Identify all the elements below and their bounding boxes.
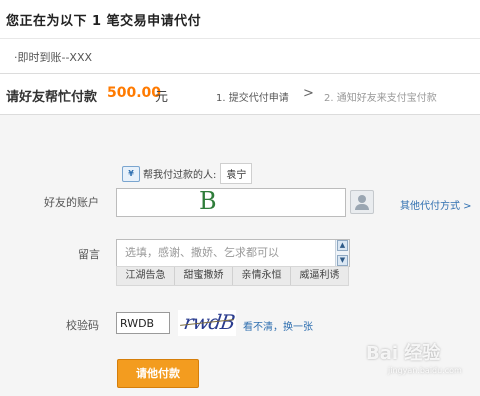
order-summary: ·即时到账--XXX (0, 39, 480, 74)
baidu-watermark-url: jingyan.baidu.com (388, 366, 462, 375)
past-payer-label: 帮我付过款的人: (143, 170, 217, 181)
quick-phrase[interactable]: 亲情永恒 (233, 267, 291, 285)
scroll-down-icon[interactable]: ▼ (337, 255, 348, 266)
captcha-refresh-link[interactable]: 看不清，换一张 (243, 318, 313, 333)
baidu-watermark: Bai 经验 (366, 343, 441, 364)
page-title: 您正在为以下 1 笔交易申请代付 (6, 14, 202, 29)
quick-phrase[interactable]: 威逼利诱 (291, 267, 348, 285)
message-scrollbar[interactable]: ▲ ▼ (335, 240, 349, 266)
verify-code-input[interactable]: RWDB (116, 312, 170, 334)
amount-unit: 元 (155, 90, 169, 105)
submit-button[interactable]: 请他付款 (117, 359, 199, 388)
step-arrow: > (303, 86, 314, 101)
payment-icon: ¥ (122, 165, 140, 182)
order-item: ·即时到账--XXX (14, 51, 93, 64)
verify-code-label: 校验码 (66, 319, 99, 332)
past-payer-row: ¥ 帮我付过款的人: 袁宁 (122, 163, 253, 184)
quick-phrase-bar: 江湖告急 甜蜜撒娇 亲情永恒 威逼利诱 (116, 266, 349, 286)
message-input[interactable] (117, 240, 337, 264)
amount-value: 500.00 (107, 85, 162, 101)
account-label: 好友的账户 (44, 196, 99, 209)
step-2: 2. 通知好友来支付宝付款 (324, 93, 437, 104)
message-label: 留言 (78, 248, 100, 261)
message-box: ▲ ▼ (116, 239, 350, 267)
captcha-image[interactable]: rwdB (178, 310, 236, 336)
page-header: 您正在为以下 1 笔交易申请代付 (0, 0, 480, 39)
amount-label: 请好友帮忙付款 (6, 90, 98, 105)
scroll-up-icon[interactable]: ▲ (337, 240, 348, 251)
contact-picker-icon[interactable] (350, 190, 374, 214)
amount-bar: 请好友帮忙付款 500.00 元 1. 提交代付申请 > 2. 通知好友来支付宝… (0, 74, 480, 115)
payment-form: ¥ 帮我付过款的人: 袁宁 好友的账户 B 其他代付方式 > 留言 ▲ ▼ 江湖… (0, 115, 480, 396)
quick-phrase[interactable]: 甜蜜撒娇 (175, 267, 233, 285)
step-1: 1. 提交代付申请 (216, 93, 289, 104)
quick-phrase[interactable]: 江湖告急 (117, 267, 175, 285)
other-method-link[interactable]: 其他代付方式 > (400, 197, 472, 212)
past-payer-chip[interactable]: 袁宁 (220, 163, 253, 184)
account-value: B (199, 187, 217, 215)
friend-account-input[interactable]: B (116, 187, 346, 217)
